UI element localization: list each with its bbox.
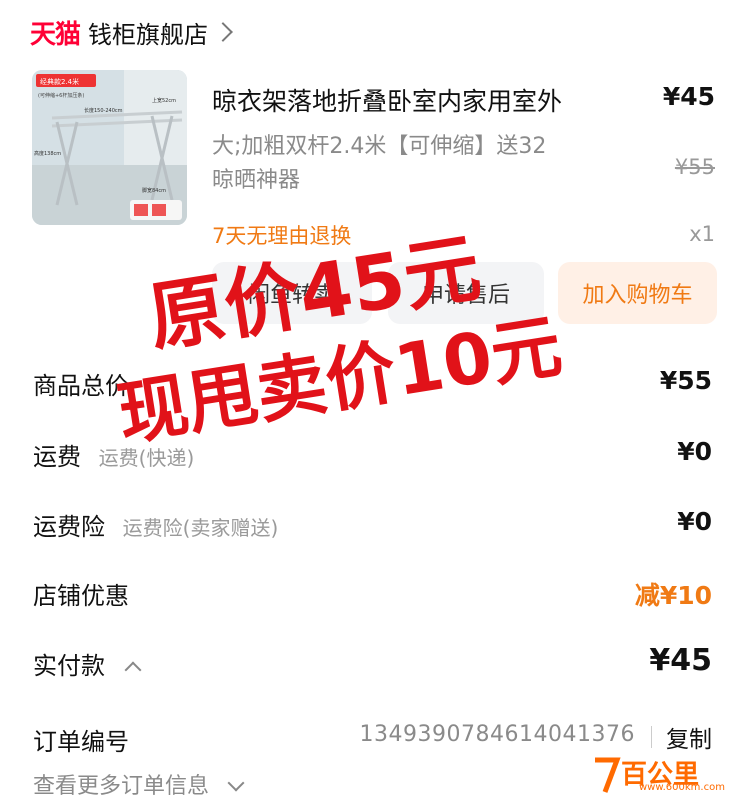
shop-discount-value: 减¥10	[634, 581, 712, 610]
spec-line-2: 晾晒神器	[212, 168, 301, 193]
insurance-row: 运费险 运费险(卖家赠送)	[33, 507, 278, 542]
watermark-url: www.600km.com	[639, 782, 725, 793]
order-number-label: 订单编号	[33, 728, 129, 756]
product-price: ¥45	[662, 82, 715, 111]
paid-row[interactable]: 实付款	[33, 646, 142, 681]
thumb-top-label: 上宽52cm	[152, 97, 176, 104]
shipping-value: ¥0	[677, 437, 712, 466]
chevron-up-icon[interactable]	[124, 661, 142, 679]
shop-name[interactable]: 钱柜旗舰店	[88, 15, 208, 50]
original-price: ¥55	[674, 155, 715, 179]
thumb-sub: (可伸缩+6杆加压条)	[38, 92, 84, 99]
product-thumbnail[interactable]: 经典款2.4米 (可伸缩+6杆加压条) 长度150-240cm 上宽52cm 高…	[32, 70, 187, 225]
shipping-label: 运费	[33, 443, 81, 471]
product-spec: 大;加粗双杆2.4米【可伸缩】送32 晾晒神器	[212, 130, 617, 198]
divider	[651, 726, 652, 748]
product-title[interactable]: 晾衣架落地折叠卧室内家用室外	[212, 82, 562, 118]
drying-rack-image: 经典款2.4米 (可伸缩+6杆加压条) 长度150-240cm 上宽52cm 高…	[32, 70, 187, 225]
insurance-label: 运费险	[33, 513, 105, 541]
paid-label: 实付款	[33, 652, 105, 680]
thumb-foot-label: 脚宽84cm	[142, 187, 166, 194]
more-order-info[interactable]: 查看更多订单信息	[33, 768, 245, 800]
insurance-value: ¥0	[677, 507, 712, 536]
chevron-right-icon	[213, 22, 233, 42]
copy-button[interactable]: 复制	[666, 720, 712, 754]
paid-value: ¥45	[649, 643, 712, 678]
thumb-height-label: 高度138cm	[34, 150, 61, 157]
watermark-logo-icon	[595, 757, 621, 793]
more-order-info-label: 查看更多订单信息	[33, 774, 210, 799]
thumb-badge: 经典款2.4米	[40, 77, 79, 86]
shop-header[interactable]: 天猫 钱柜旗舰店	[30, 12, 233, 52]
quantity: x1	[689, 222, 715, 246]
shop-discount-label: 店铺优惠	[33, 582, 129, 610]
tmall-logo: 天猫	[30, 19, 81, 50]
watermark: 百公里 www.600km.com	[589, 752, 739, 796]
thumb-width-label: 长度150-240cm	[84, 107, 123, 114]
order-number-value: 1349390784614041376	[359, 722, 635, 747]
chevron-down-icon	[227, 774, 245, 792]
add-to-cart-button[interactable]: 加入购物车	[558, 262, 717, 324]
insurance-sub: 运费险(卖家赠送)	[122, 516, 279, 540]
goods-total-value: ¥55	[659, 366, 712, 395]
spec-line-1: 大;加粗双杆2.4米【可伸缩】送32	[212, 134, 547, 159]
